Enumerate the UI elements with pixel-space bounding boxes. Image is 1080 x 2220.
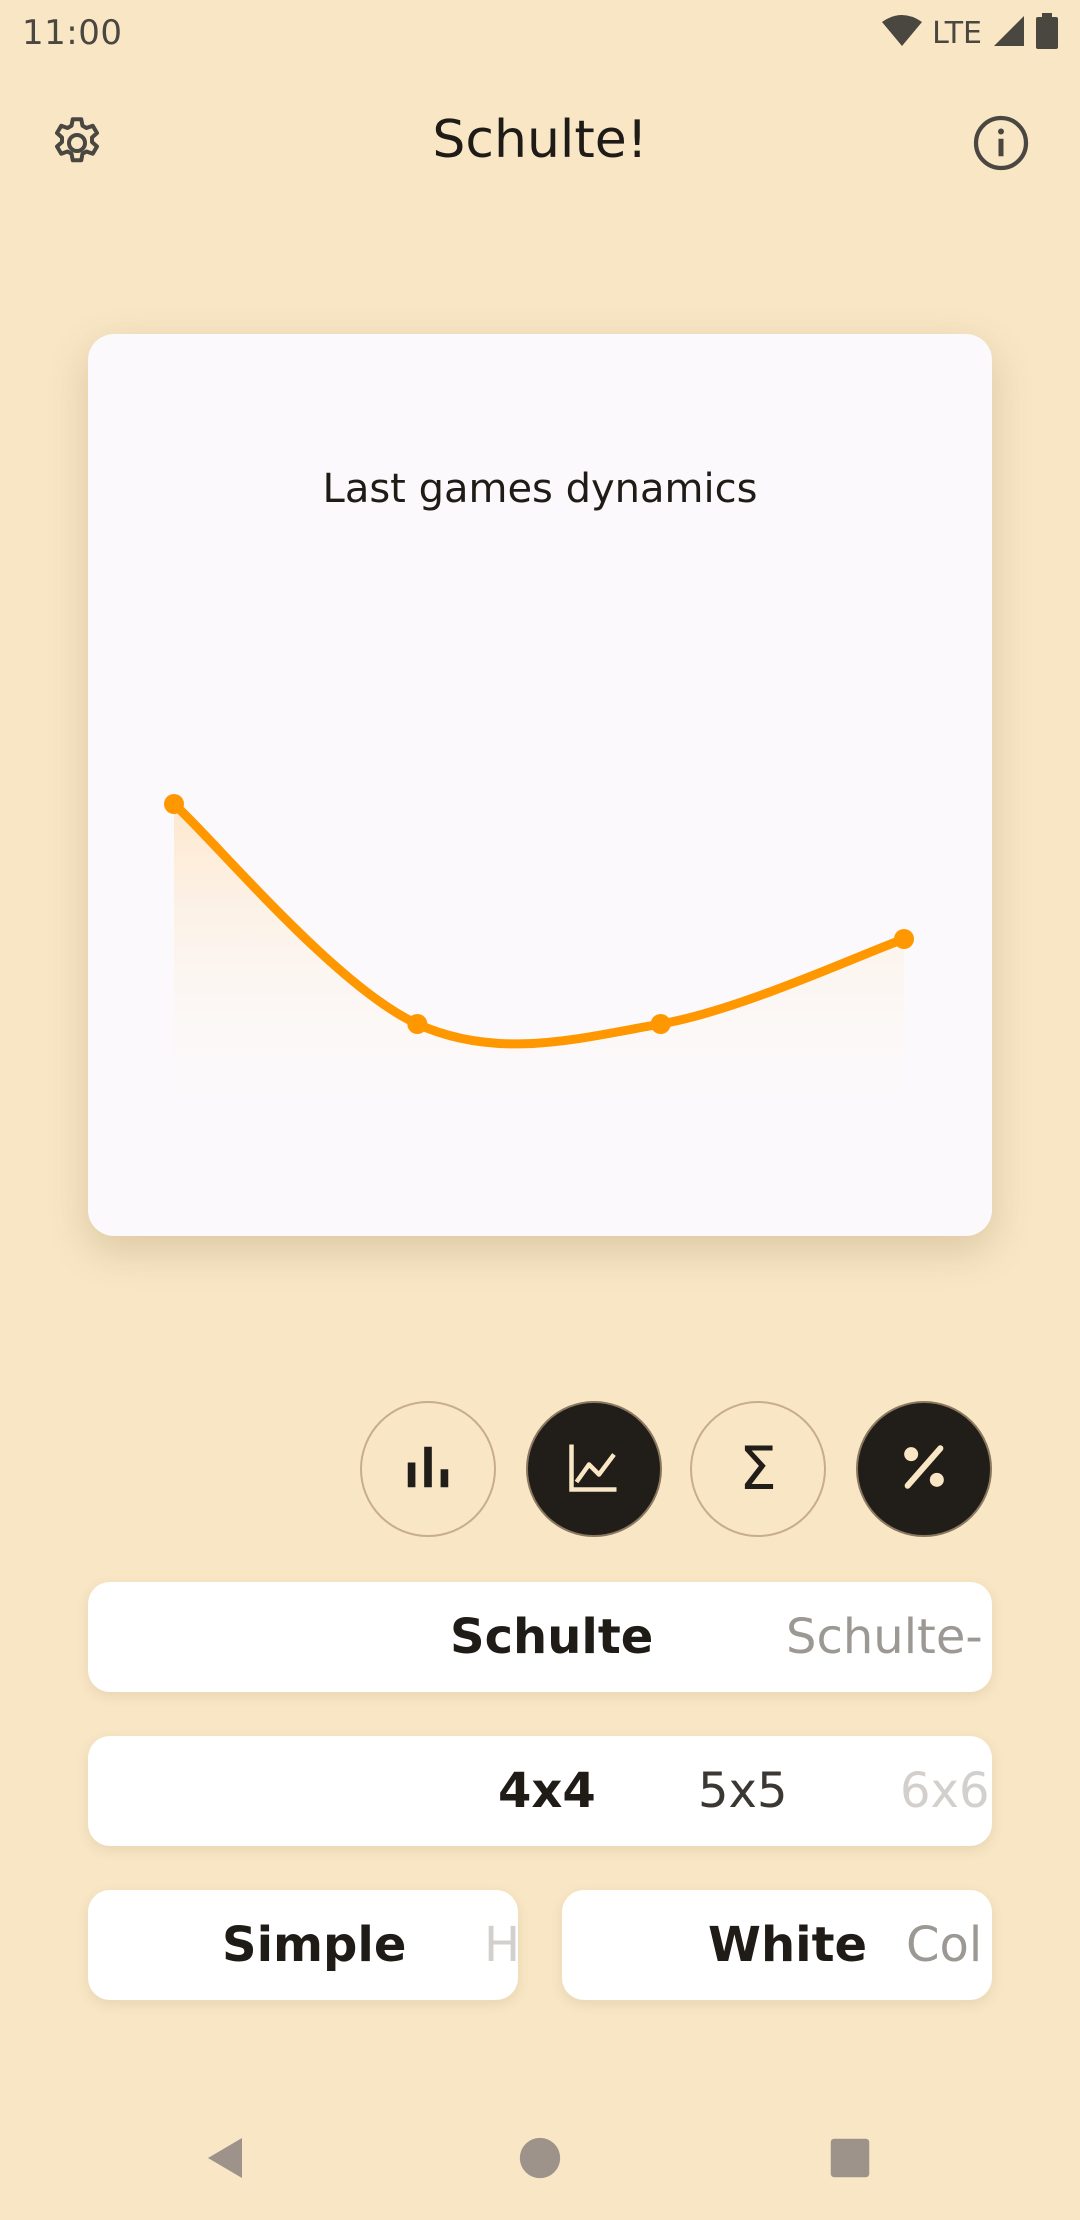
cell-signal-icon	[992, 14, 1026, 52]
difficulty-picker[interactable]: Simple H	[88, 1890, 518, 2000]
game-mode-picker[interactable]: Schulte Schulte-	[88, 1582, 992, 1692]
chart-area-fill	[174, 804, 904, 1134]
home-button[interactable]	[510, 2130, 570, 2190]
home-circle-icon	[518, 2136, 562, 2184]
battery-icon	[1036, 13, 1058, 53]
chart-point-4	[894, 929, 914, 949]
picker-after-item[interactable]: 6x6	[900, 1736, 989, 1846]
info-button[interactable]	[964, 108, 1038, 182]
chart-point-1	[164, 794, 184, 814]
back-button[interactable]	[196, 2130, 256, 2190]
recents-square-icon	[829, 2137, 871, 2183]
recents-button[interactable]	[820, 2130, 880, 2190]
status-icons: LTE	[882, 13, 1058, 53]
picker-next-item[interactable]: H	[484, 1890, 518, 2000]
color-picker[interactable]: White Col	[562, 1890, 992, 2000]
info-icon	[971, 113, 1031, 177]
network-type: LTE	[932, 15, 982, 51]
picker-selected-item[interactable]: White	[708, 1890, 867, 2000]
picker-selected-item[interactable]: Simple	[222, 1890, 406, 2000]
back-triangle-icon	[202, 2134, 250, 2186]
sigma-icon: Σ	[739, 1434, 777, 1504]
chart-card: Last games dynamics	[88, 334, 992, 1236]
grid-size-picker[interactable]: 4x4 5x5 6x6	[88, 1736, 992, 1846]
line-chart-button[interactable]	[526, 1401, 662, 1537]
wifi-icon	[882, 14, 923, 52]
line-chart-icon	[564, 1437, 624, 1501]
status-time: 11:00	[22, 13, 123, 53]
bar-chart-button[interactable]	[360, 1401, 496, 1537]
percent-button[interactable]	[856, 1401, 992, 1537]
app-title: Schulte!	[432, 110, 648, 170]
picker-next-item[interactable]: 5x5	[698, 1736, 787, 1846]
status-bar: 11:00 LTE	[0, 0, 1080, 66]
chart-point-2	[407, 1014, 428, 1034]
picker-selected-item[interactable]: 4x4	[498, 1736, 596, 1846]
picker-selected-item[interactable]: Schulte	[450, 1582, 653, 1692]
bar-chart-icon	[401, 1440, 455, 1498]
picker-next-item[interactable]: Schulte-	[786, 1582, 983, 1692]
sum-button[interactable]: Σ	[690, 1401, 826, 1537]
percent-icon	[896, 1439, 952, 1499]
dynamics-chart	[164, 794, 914, 1134]
navigation-bar	[0, 2100, 1080, 2220]
picker-next-item[interactable]: Col	[906, 1890, 982, 2000]
app-bar: Schulte!	[0, 90, 1080, 196]
chart-point-3	[650, 1014, 671, 1034]
